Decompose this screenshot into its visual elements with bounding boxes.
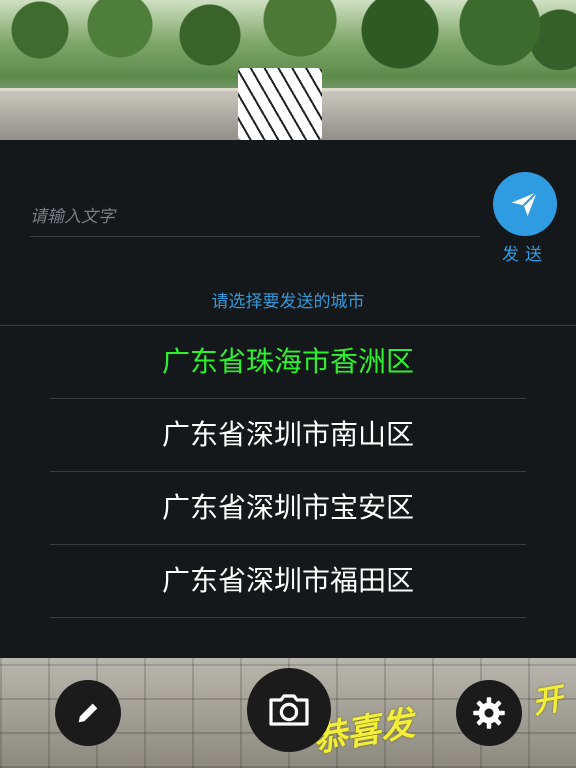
text-input[interactable]: [30, 198, 480, 237]
send-button[interactable]: [493, 172, 557, 236]
city-item-shenzhen-futian[interactable]: 广东省深圳市福田区: [50, 545, 526, 618]
patterned-cup: [238, 68, 322, 140]
camera-preview-top: [0, 0, 576, 140]
edit-button[interactable]: [55, 680, 121, 746]
city-select-prompt: 请选择要发送的城市: [211, 292, 365, 312]
city-item-shenzhen-nanshan[interactable]: 广东省深圳市南山区: [50, 399, 526, 472]
gear-icon: [473, 697, 505, 729]
trees-background: [0, 0, 576, 70]
camera-icon: [269, 694, 309, 726]
city-item-zhuhai-xiangzhou[interactable]: 广东省珠海市香洲区: [50, 326, 526, 399]
send-label: 发送: [502, 245, 548, 265]
paper-plane-icon: [511, 191, 538, 216]
city-list: 广东省珠海市香洲区 广东省深圳市南山区 广东省深圳市宝安区 广东省深圳市福田区: [50, 326, 526, 618]
city-item-shenzhen-baoan[interactable]: 广东省深圳市宝安区: [50, 472, 526, 545]
pencil-icon: [78, 703, 98, 723]
camera-button[interactable]: [247, 668, 331, 752]
settings-button[interactable]: [456, 680, 522, 746]
